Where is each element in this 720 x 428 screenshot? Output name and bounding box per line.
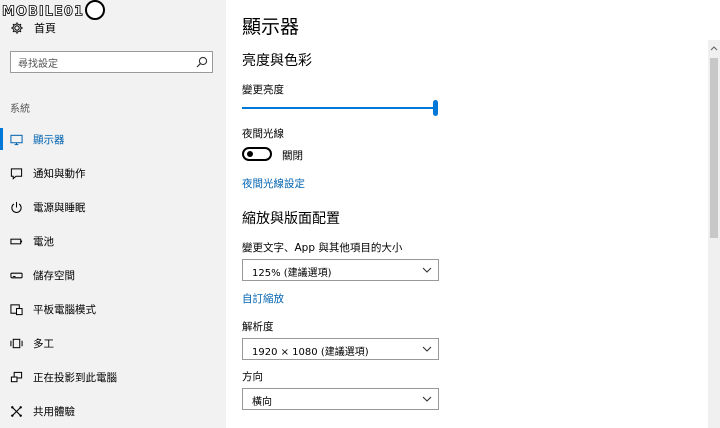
brightness-label: 變更亮度	[242, 84, 284, 96]
scale-section-heading: 縮放與版面配置	[242, 211, 340, 227]
sidebar-item-notifications[interactable]: 通知與動作	[0, 156, 226, 190]
notification-icon	[10, 167, 23, 180]
vertical-scrollbar[interactable]	[708, 40, 720, 428]
watermark-logo: MOBILE01	[2, 0, 105, 22]
orientation-select-value: 橫向	[252, 397, 272, 408]
sidebar-item-display[interactable]: 顯示器	[0, 122, 226, 156]
sidebar-item-label: 正在投影到此電腦	[33, 371, 117, 384]
monitor-icon	[10, 134, 23, 145]
chevron-down-icon	[422, 267, 432, 273]
chevron-down-icon	[422, 396, 432, 402]
scale-select-value: 125% (建議選項)	[252, 268, 332, 279]
sidebar-item-shared-experiences[interactable]: 共用體驗	[0, 394, 226, 428]
sidebar-item-multitasking[interactable]: 多工	[0, 326, 226, 360]
sidebar-item-label: 電源與睡眠	[33, 201, 86, 214]
chevron-down-icon	[422, 346, 432, 352]
night-light-state: 關閉	[282, 150, 303, 162]
sidebar-item-label: 平板電腦模式	[33, 303, 96, 316]
night-light-toggle[interactable]	[242, 147, 272, 161]
page-title: 顯示器	[242, 16, 300, 38]
watermark-text: MOBILE01	[2, 4, 84, 20]
power-icon	[11, 201, 22, 213]
gear-icon	[11, 22, 23, 34]
orientation-select[interactable]: 橫向	[242, 388, 439, 410]
projecting-icon	[10, 371, 23, 382]
multitasking-icon	[10, 338, 23, 348]
sidebar-item-tablet-mode[interactable]: 平板電腦模式	[0, 292, 226, 326]
text-size-label: 變更文字、App 與其他項目的大小	[242, 242, 403, 254]
scrollbar-thumb[interactable]	[710, 58, 718, 238]
sidebar-item-label: 電池	[33, 235, 54, 248]
sidebar: MOBILE01 首頁 系統 顯示器 通知與動作	[0, 0, 226, 428]
resolution-select[interactable]: 1920 × 1080 (建議選項)	[242, 338, 439, 360]
sidebar-item-label: 共用體驗	[33, 405, 75, 418]
scroll-up-arrow-icon[interactable]	[708, 40, 720, 56]
search-icon[interactable]	[196, 56, 208, 68]
section-label-system: 系統	[10, 104, 30, 115]
sidebar-item-label: 顯示器	[33, 133, 65, 146]
brightness-section-heading: 亮度與色彩	[242, 53, 312, 69]
home-label: 首頁	[34, 22, 56, 35]
orientation-label: 方向	[242, 371, 263, 383]
sidebar-item-power-sleep[interactable]: 電源與睡眠	[0, 190, 226, 224]
resolution-select-value: 1920 × 1080 (建議選項)	[252, 347, 369, 358]
night-light-toggle-knob	[247, 151, 253, 157]
search-input[interactable]	[11, 54, 188, 75]
brightness-slider[interactable]	[242, 100, 439, 116]
watermark-badge-icon	[85, 0, 105, 20]
battery-icon	[10, 238, 23, 244]
sidebar-item-label: 通知與動作	[33, 167, 86, 180]
sidebar-item-projecting[interactable]: 正在投影到此電腦	[0, 360, 226, 394]
sidebar-item-label: 多工	[33, 337, 54, 350]
brightness-slider-track[interactable]	[242, 107, 434, 109]
night-light-settings-link[interactable]: 夜間光線設定	[242, 176, 305, 191]
storage-icon	[10, 272, 23, 278]
home-link[interactable]: 首頁	[10, 20, 56, 36]
search-box[interactable]	[10, 51, 213, 75]
brightness-slider-thumb[interactable]	[433, 100, 438, 116]
sidebar-item-storage[interactable]: 儲存空間	[0, 258, 226, 292]
sidebar-item-battery[interactable]: 電池	[0, 224, 226, 258]
shared-experiences-icon	[11, 405, 22, 417]
scale-select[interactable]: 125% (建議選項)	[242, 259, 439, 281]
sidebar-nav: 顯示器 通知與動作 電源與睡眠 電池 儲存空間 平板電腦模式 多工 正在投影到此…	[0, 122, 226, 428]
resolution-label: 解析度	[242, 321, 274, 333]
night-light-label: 夜間光線	[242, 128, 284, 140]
custom-scale-link[interactable]: 自訂縮放	[242, 291, 284, 306]
sidebar-item-label: 儲存空間	[33, 269, 75, 282]
tablet-mode-icon	[10, 303, 23, 315]
